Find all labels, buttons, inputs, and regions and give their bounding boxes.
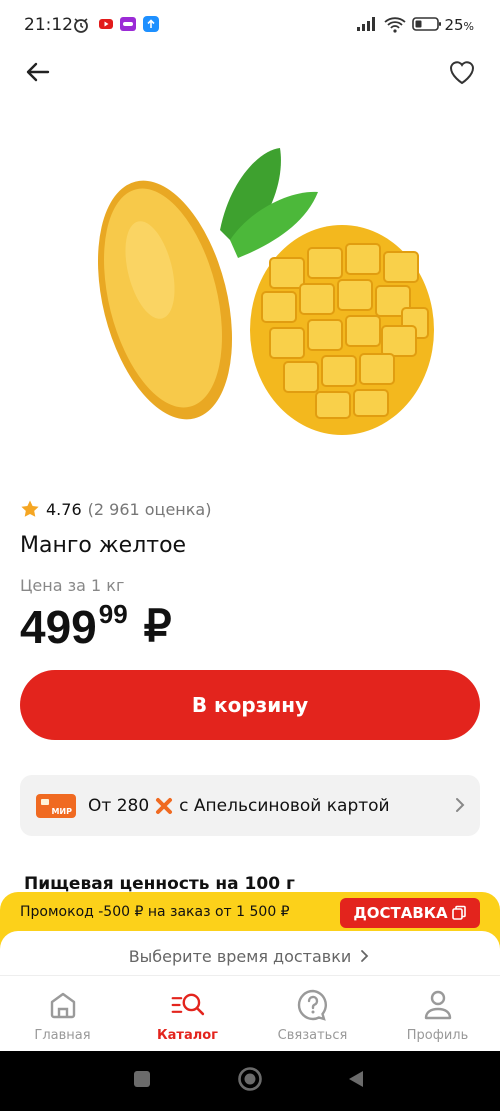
favorite-button[interactable] [446,56,478,88]
chevron-right-icon [361,950,369,962]
system-nav-bar [0,1051,500,1111]
nav-item-contact[interactable]: Связаться [250,976,375,1051]
nav-item-home[interactable]: Главная [0,976,125,1051]
star-icon [21,500,39,517]
price-currency: ₽ [143,602,172,651]
card-promo-text: с Апельсиновой картой [179,795,390,816]
price: 499 99 ₽ [20,598,172,656]
price-label: Цена за 1 кг [20,576,125,595]
add-to-cart-button[interactable]: В корзину [20,670,480,740]
nav-item-catalog[interactable]: Каталог [125,976,250,1051]
nav-label-contact: Связаться [277,1028,348,1043]
delivery-badge[interactable]: ДОСТАВКА [340,898,480,928]
status-bar: 21:12 25% [0,0,500,52]
rating-count: (2 961 оценка) [87,499,212,519]
orange-x-icon [156,797,173,814]
bottom-nav: Главная Каталог Связаться Профиль [0,975,500,1051]
product-title: Манго желтое [20,533,187,558]
chevron-right-icon [456,798,465,812]
alarm-icon [74,18,88,33]
home-system-icon[interactable] [237,1066,263,1092]
copy-icon [451,905,466,920]
nav-label-home: Главная [34,1028,91,1043]
upload-icon [143,16,159,32]
back-button[interactable] [20,56,56,88]
delivery-time-selector[interactable]: Выберите время доставки [0,931,500,981]
help-icon [297,989,327,1021]
heart-icon [449,61,475,85]
card-promo[interactable]: МИР От 280 с Апельсиновой картой [20,775,480,836]
promo-code-text: Промокод -500 ₽ на заказ от 1 500 ₽ [20,904,290,920]
youtube-icon [99,19,113,29]
profile-icon [424,990,451,1020]
rating-value: 4.76 [46,499,82,519]
delivery-time-text: Выберите время доставки [128,946,352,966]
battery-icon [412,17,441,31]
wifi-icon [384,17,406,33]
price-main: 499 [20,601,97,653]
arrow-left-icon [26,62,50,82]
nav-label-catalog: Каталог [157,1028,218,1043]
price-cents: 99 [98,599,128,629]
catalog-icon [171,993,204,1016]
card-promo-price: От 280 [88,795,150,816]
nav-label-profile: Профиль [406,1028,469,1043]
nav-item-profile[interactable]: Профиль [375,976,500,1051]
signal-icon [357,17,375,31]
status-time: 21:12 [24,15,73,35]
rating-row[interactable]: 4.76 (2 961 оценка) [20,497,211,521]
nutrition-heading: Пищевая ценность на 100 г [24,874,295,894]
ozon-icon [120,17,136,31]
delivery-label: ДОСТАВКА [353,904,448,922]
product-image [97,148,434,435]
home-icon [50,992,75,1019]
battery-level: 25% [444,16,474,34]
recent-apps-icon[interactable] [132,1069,152,1089]
mir-card-icon: МИР [36,793,76,818]
back-system-icon[interactable] [346,1069,366,1089]
